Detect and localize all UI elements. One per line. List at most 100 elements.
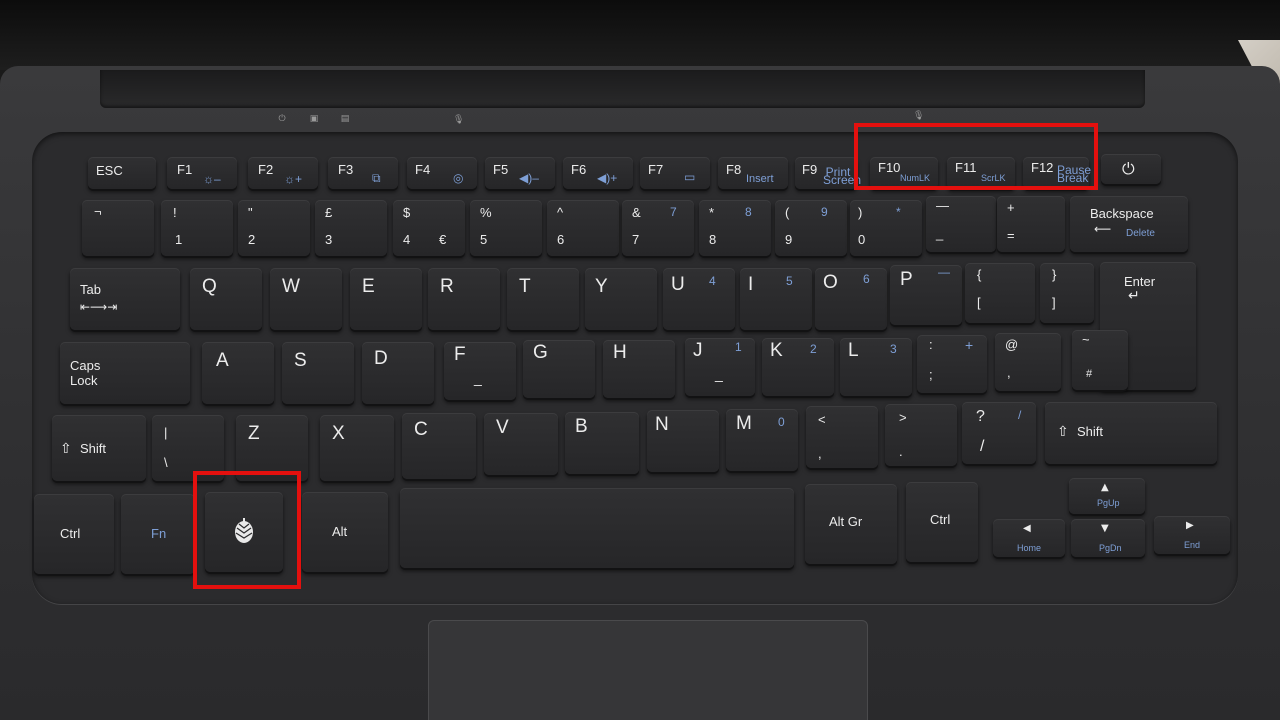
key-8[interactable]: * 8 8 <box>699 200 771 256</box>
touchpad-toggle-icon: ▭ <box>684 170 696 184</box>
key-0[interactable]: ) 0 * <box>850 200 922 256</box>
key-2[interactable]: " 2 <box>238 200 310 256</box>
key-left-alt[interactable]: Alt <box>302 492 388 572</box>
brightness-down-icon: ☼– <box>203 172 221 186</box>
key-backslash[interactable]: | \ <box>152 415 224 481</box>
key-6[interactable]: ^ 6 <box>547 200 619 256</box>
key-page-up[interactable]: ▲ PgUp <box>1069 478 1145 514</box>
power-indicator-icon: ⏻ <box>278 114 286 124</box>
key-tab[interactable]: Tab ⇤⟶⇥ <box>70 268 180 330</box>
key-esc[interactable]: ESC <box>88 157 156 189</box>
key-c[interactable]: C <box>402 413 476 479</box>
key-page-down[interactable]: ▼ PgDn <box>1071 519 1145 557</box>
key-caps-lock[interactable]: Caps Lock <box>60 342 190 404</box>
key-f5[interactable]: F5 ◀)– <box>485 157 555 189</box>
key-f4[interactable]: F4 ◎ <box>407 157 477 189</box>
key-backspace[interactable]: Backspace ⟵ Delete <box>1070 196 1188 252</box>
backspace-arrow-icon: ⟵ <box>1094 222 1112 236</box>
key-1[interactable]: ! 1 <box>161 200 233 256</box>
key-f[interactable]: F _ <box>444 342 516 400</box>
key-i[interactable]: I 5 <box>740 268 812 330</box>
key-right-shift[interactable]: ⇧ Shift <box>1045 402 1217 464</box>
key-hash[interactable]: ~ # <box>1072 330 1128 390</box>
key-n[interactable]: N <box>647 410 719 472</box>
key-d[interactable]: D <box>362 342 434 404</box>
key-l[interactable]: L 3 <box>840 338 912 396</box>
key-period[interactable]: > . <box>885 404 957 466</box>
key-alt-gr[interactable]: Alt Gr <box>805 484 897 564</box>
key-y[interactable]: Y <box>585 268 657 330</box>
sleep-icon: ◎ <box>453 171 464 185</box>
key-a[interactable]: A <box>202 342 274 404</box>
key-h[interactable]: H <box>603 340 675 398</box>
key-f11[interactable]: F11 ScrLK <box>947 157 1015 189</box>
key-w[interactable]: W <box>270 268 342 330</box>
key-p[interactable]: P — <box>890 265 962 325</box>
key-f6[interactable]: F6 ◀)+ <box>563 157 633 189</box>
key-right-bracket[interactable]: } ] <box>1040 263 1094 323</box>
key-f12[interactable]: F12 Pause Break <box>1023 157 1091 189</box>
key-o[interactable]: O 6 <box>815 268 887 330</box>
key-j[interactable]: J 1 _ <box>685 338 755 396</box>
key-7[interactable]: & 7 7 <box>622 200 694 256</box>
up-arrow-icon: ▲ <box>1101 482 1109 493</box>
key-end[interactable]: ▶ End <box>1154 516 1230 554</box>
right-arrow-icon: ▶ <box>1186 520 1194 531</box>
key-u[interactable]: U 4 <box>663 268 735 330</box>
key-3[interactable]: £ 3 <box>315 200 387 256</box>
key-semicolon[interactable]: : ; + <box>917 335 987 393</box>
display-switch-icon: ⧉ <box>372 171 381 185</box>
key-q[interactable]: Q <box>190 268 262 330</box>
key-grave[interactable]: ¬ <box>82 200 154 256</box>
key-comma[interactable]: < , <box>806 406 878 468</box>
key-b[interactable]: B <box>565 412 639 474</box>
key-f2[interactable]: F2 ☼+ <box>248 157 318 189</box>
key-power[interactable]: ⏻ <box>1101 154 1161 184</box>
volume-up-icon: ◀)+ <box>597 171 618 185</box>
key-5[interactable]: % 5 <box>470 200 542 256</box>
key-z[interactable]: Z <box>236 415 308 481</box>
key-space[interactable] <box>400 488 794 568</box>
pinecone-logo-icon <box>235 518 253 543</box>
key-left-ctrl[interactable]: Ctrl <box>34 494 114 574</box>
key-f10[interactable]: F10 NumLK <box>870 157 938 189</box>
trackpad[interactable] <box>428 620 868 720</box>
home-row-bump: _ <box>474 370 482 386</box>
shift-arrow-icon: ⇧ <box>60 441 72 457</box>
caps-lock-indicator-icon: ▣ <box>309 114 319 124</box>
key-g[interactable]: G <box>523 340 595 398</box>
key-f3[interactable]: F3 ⧉ <box>328 157 398 189</box>
down-arrow-icon: ▼ <box>1101 523 1109 534</box>
key-fn[interactable]: Fn <box>121 494 195 574</box>
key-r[interactable]: R <box>428 268 500 330</box>
key-k[interactable]: K 2 <box>762 338 834 396</box>
key-v[interactable]: V <box>484 413 558 475</box>
key-f8[interactable]: F8 Insert <box>718 157 788 189</box>
key-4[interactable]: $ 4 € <box>393 200 465 256</box>
key-f1[interactable]: F1 ☼– <box>167 157 237 189</box>
key-slash[interactable]: ? / / <box>962 402 1036 464</box>
key-e[interactable]: E <box>350 268 422 330</box>
key-x[interactable]: X <box>320 415 394 481</box>
enter-arrow-icon: ↵ <box>1128 288 1140 304</box>
key-f9[interactable]: F9 Print Screen <box>795 157 861 189</box>
microphone-icon: 🎙 <box>453 115 465 125</box>
brightness-up-icon: ☼+ <box>284 172 303 186</box>
key-9[interactable]: ( 9 9 <box>775 200 847 256</box>
key-right-ctrl[interactable]: Ctrl <box>906 482 978 562</box>
key-t[interactable]: T <box>507 268 579 330</box>
num-lock-indicator-icon: ▤ <box>340 114 350 124</box>
key-minus[interactable]: — _ <box>926 196 996 252</box>
key-left-bracket[interactable]: { [ <box>965 263 1035 323</box>
power-icon: ⏻ <box>1122 159 1135 178</box>
key-home[interactable]: ◀ Home <box>993 519 1065 557</box>
key-plus[interactable]: + = <box>997 196 1065 252</box>
key-left-shift[interactable]: ⇧ Shift <box>52 415 146 481</box>
hinge-bar <box>100 70 1145 108</box>
key-m[interactable]: M 0 <box>726 409 798 471</box>
key-f7[interactable]: F7 ▭ <box>640 157 710 189</box>
key-apostrophe[interactable]: @ , <box>995 333 1061 391</box>
volume-down-icon: ◀)– <box>519 171 539 185</box>
key-windows-logo[interactable] <box>205 492 283 572</box>
key-s[interactable]: S <box>282 342 354 404</box>
